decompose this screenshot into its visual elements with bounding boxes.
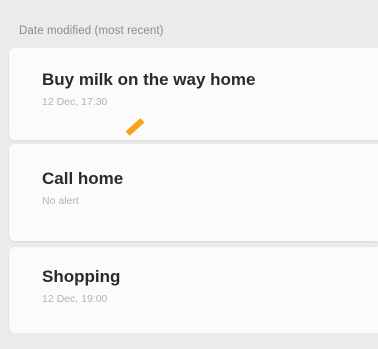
list-item-title: Call home [42,169,124,188]
list-item-title: Buy milk on the way home [42,70,256,89]
memo-list-screen: Date modified (most recent) Buy milk on … [0,0,378,349]
list-item-title: Shopping [42,267,121,286]
sort-label[interactable]: Date modified (most recent) [19,25,164,37]
bottom-strip [0,333,378,349]
list-item-subtitle: No alert [42,195,79,207]
list-item-subtitle: 12 Dec, 17:30 [42,96,108,108]
sort-header[interactable]: Date modified (most recent) [0,0,378,48]
list-item-subtitle: 12 Dec, 19:00 [42,293,108,305]
list-item[interactable]: Shopping 12 Dec, 19:00 [9,247,378,333]
list-item[interactable]: Call home No alert [9,144,378,241]
list-item[interactable]: Buy milk on the way home 12 Dec, 17:30 [9,48,378,140]
